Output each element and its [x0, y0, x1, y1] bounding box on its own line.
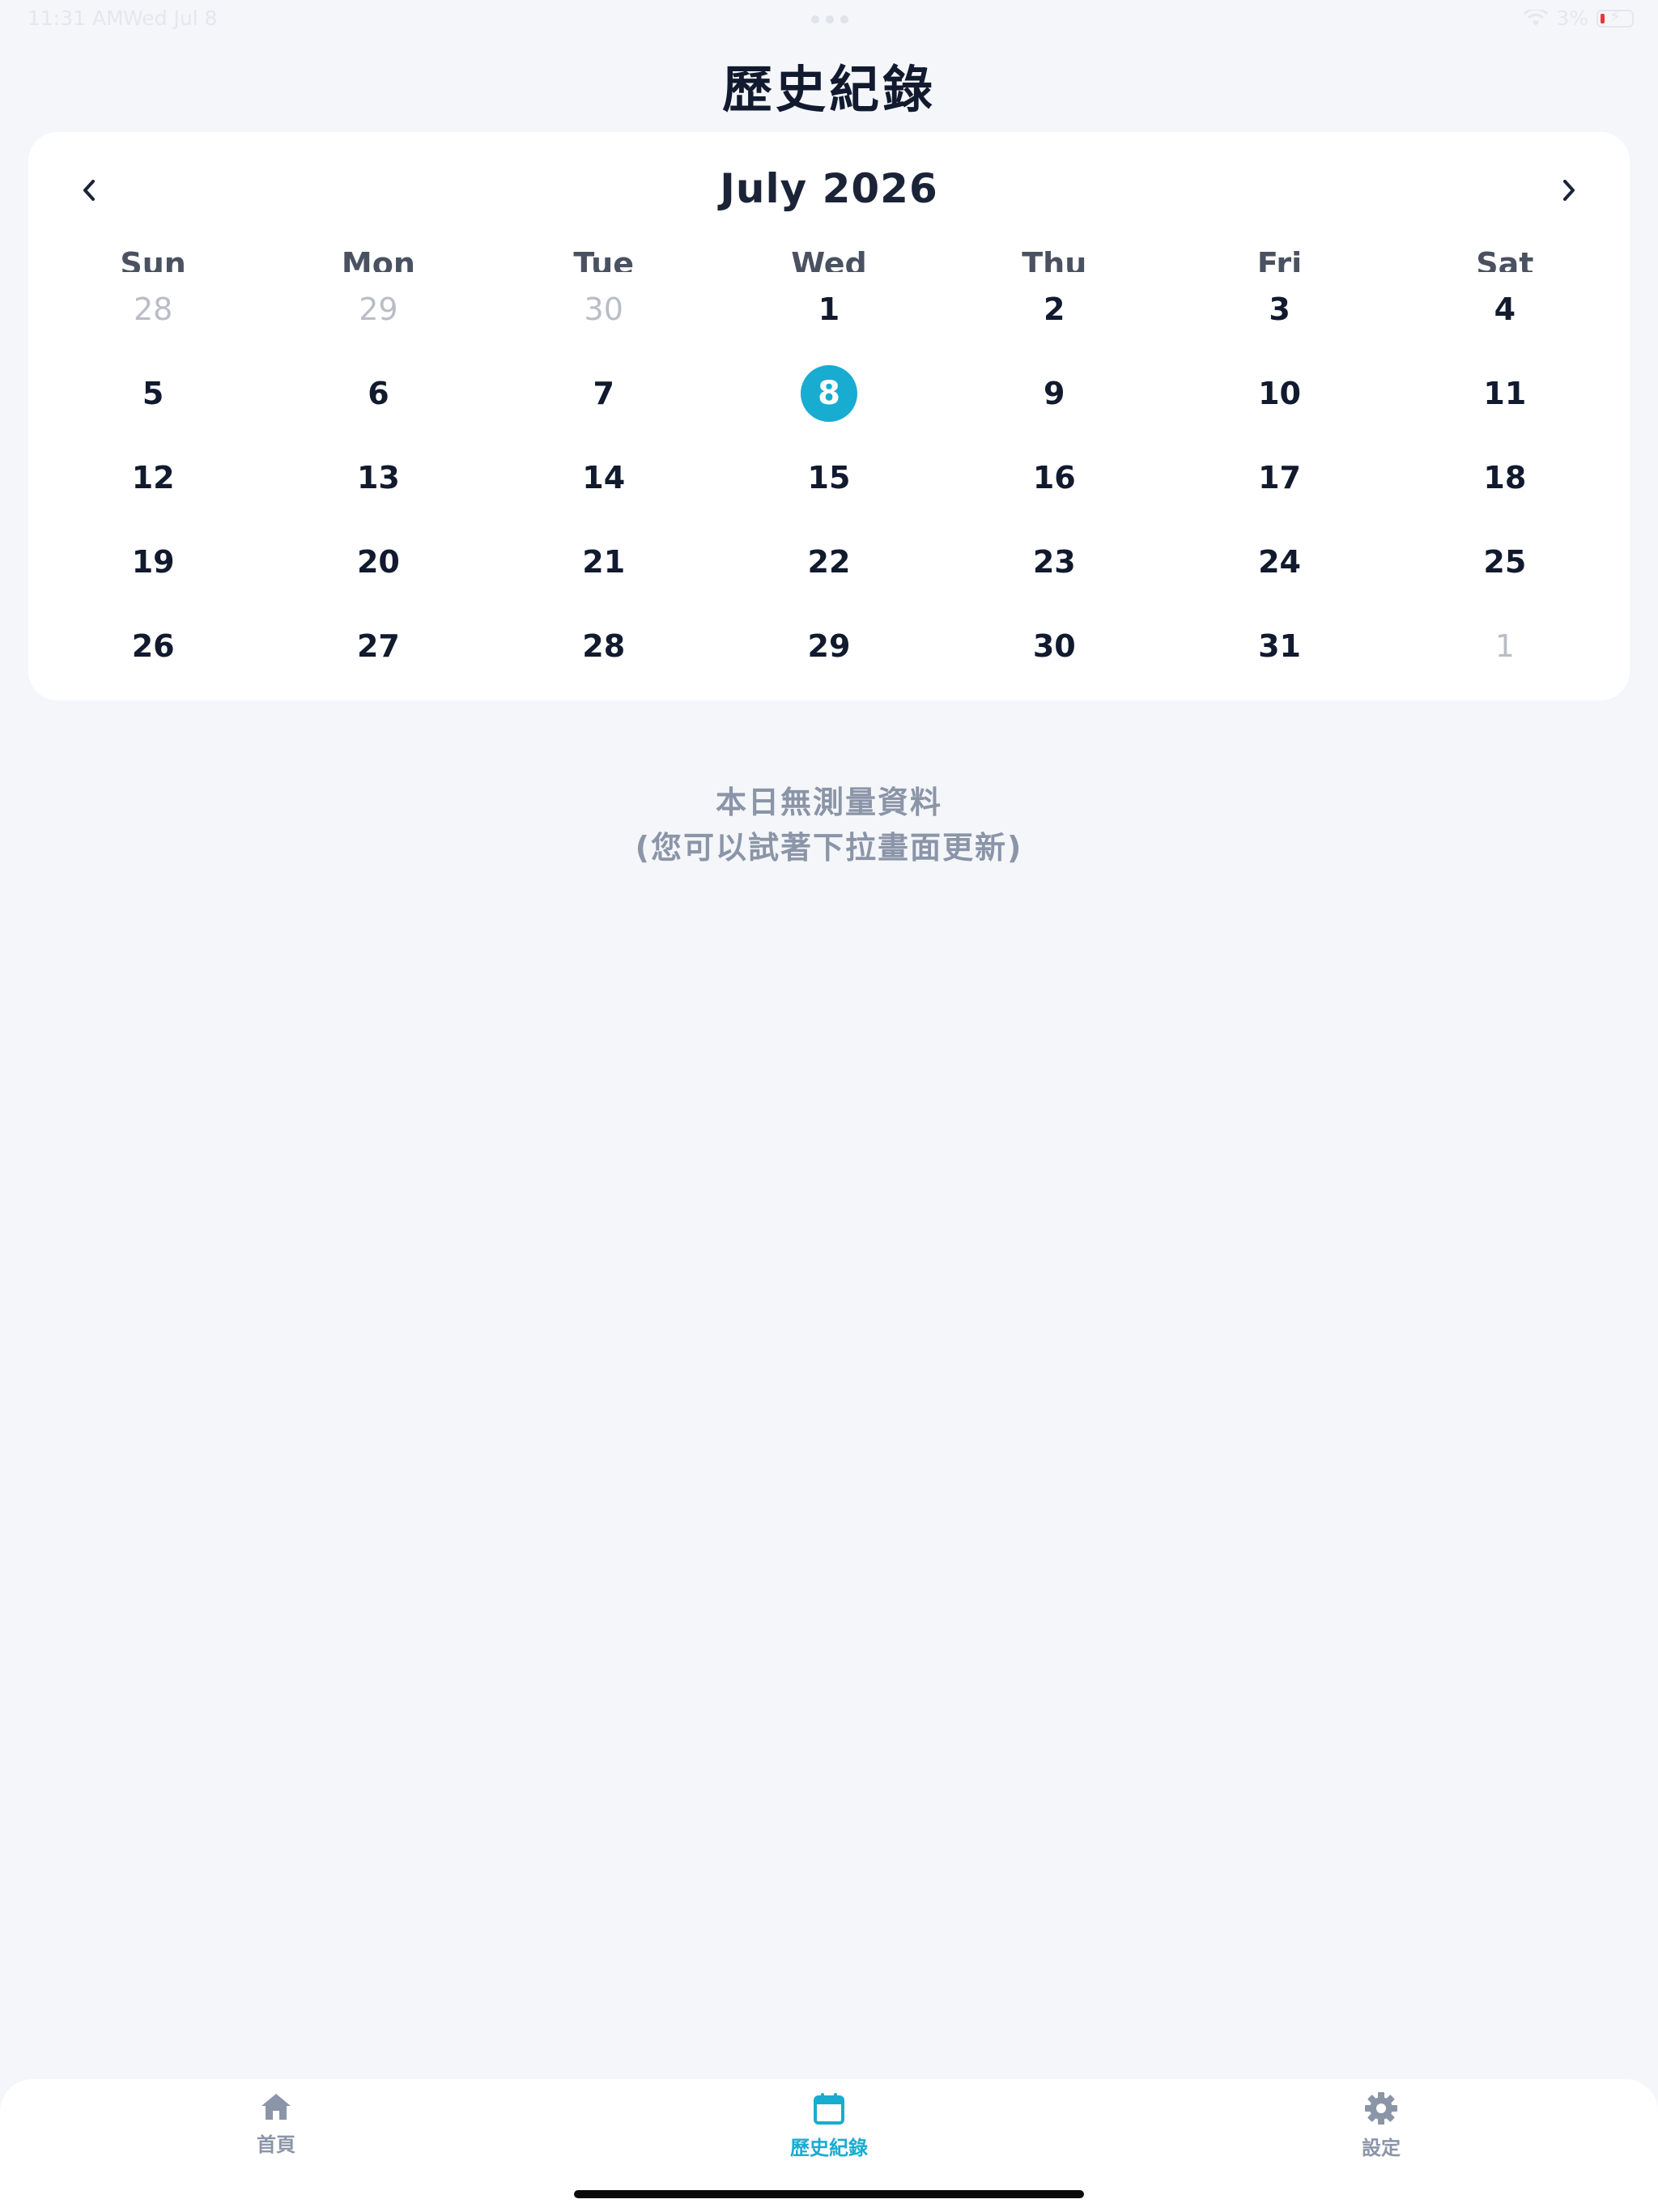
calendar-day-label: 15: [807, 460, 851, 496]
calendar-day[interactable]: 11: [1392, 351, 1618, 436]
calendar-day-label: 2: [1044, 291, 1065, 327]
month-label: July 2026: [720, 165, 938, 212]
calendar-day[interactable]: 5: [40, 351, 266, 436]
calendar-day[interactable]: 1: [716, 267, 942, 351]
calendar-day-label: 25: [1483, 544, 1527, 580]
status-time: 11:31 AM: [28, 6, 124, 30]
calendar-day[interactable]: 2: [942, 267, 1167, 351]
calendar-day-label: 20: [356, 544, 400, 580]
empty-state-line-1: 本日無測量資料: [715, 785, 942, 820]
calendar-day-label: 7: [593, 376, 614, 411]
calendar-day-label: 4: [1494, 291, 1516, 327]
next-month-button[interactable]: [1545, 166, 1593, 215]
calendar-day-label: 17: [1258, 460, 1301, 496]
calendar-day[interactable]: 22: [716, 520, 942, 604]
home-icon: [261, 2094, 291, 2120]
multitasking-dots-icon[interactable]: [811, 15, 848, 23]
calendar-day[interactable]: 16: [942, 436, 1167, 520]
calendar-day[interactable]: 13: [266, 436, 491, 520]
calendar-day-label: 26: [131, 628, 175, 664]
calendar-day[interactable]: 12: [40, 436, 266, 520]
calendar-day-label: 12: [131, 460, 175, 496]
tab-settings-label: 設定: [1362, 2137, 1401, 2159]
calendar-day[interactable]: 18: [1392, 436, 1618, 520]
calendar-day[interactable]: 27: [266, 604, 491, 688]
calendar-day-label: 29: [359, 291, 398, 327]
calendar-day-label: 29: [807, 628, 851, 664]
calendar-day[interactable]: 19: [40, 520, 266, 604]
calendar-day[interactable]: 31: [1167, 604, 1392, 688]
calendar-day[interactable]: 1: [1392, 604, 1618, 688]
calendar-day[interactable]: 28: [40, 267, 266, 351]
calendar-day[interactable]: 29: [266, 267, 491, 351]
calendar-day[interactable]: 25: [1392, 520, 1618, 604]
calendar-day[interactable]: 30: [942, 604, 1167, 688]
calendar-day-label: 22: [807, 544, 851, 580]
calendar-day-label: 23: [1032, 544, 1076, 580]
calendar-day-label: 1: [1494, 628, 1515, 664]
calendar-day-label: 31: [1258, 628, 1301, 664]
empty-state-message: 本日無測量資料 (您可以試著下拉畫面更新): [0, 780, 1658, 870]
calendar-day[interactable]: 23: [942, 520, 1167, 604]
tab-history[interactable]: 歷史紀錄: [748, 2091, 910, 2160]
calendar-day-label: 13: [356, 460, 400, 496]
tab-history-label: 歷史紀錄: [790, 2137, 868, 2159]
home-indicator[interactable]: [574, 2190, 1084, 2198]
calendar-day[interactable]: 24: [1167, 520, 1392, 604]
calendar-day[interactable]: 30: [491, 267, 716, 351]
calendar-day-label: 3: [1269, 291, 1290, 327]
calendar-day[interactable]: 29: [716, 604, 942, 688]
calendar-day-selected[interactable]: 8: [716, 351, 942, 436]
gear-icon: [1365, 2092, 1397, 2125]
calendar-day[interactable]: 7: [491, 351, 716, 436]
calendar-day-label: 9: [1044, 376, 1065, 411]
calendar-day-label: 30: [584, 291, 623, 327]
calendar-day[interactable]: 17: [1167, 436, 1392, 520]
calendar-day-label: 1: [818, 291, 840, 327]
calendar-day-label: 16: [1032, 460, 1076, 496]
empty-state-line-2: (您可以試著下拉畫面更新): [635, 830, 1023, 866]
calendar-day-label: 11: [1483, 376, 1527, 411]
calendar-day[interactable]: 9: [942, 351, 1167, 436]
calendar-day-label: 28: [582, 628, 626, 664]
calendar-day[interactable]: 26: [40, 604, 266, 688]
calendar-day-label: 8: [800, 365, 857, 422]
calendar-day-label: 14: [582, 460, 626, 496]
calendar-day-label: 24: [1258, 544, 1301, 580]
calendar-day-label: 21: [582, 544, 626, 580]
calendar-day-label: 30: [1032, 628, 1076, 664]
chevron-right-icon: [1563, 180, 1575, 201]
battery-percent: 3%: [1556, 6, 1588, 30]
battery-icon: [1596, 6, 1634, 28]
history-page: 11:31 AM Wed Jul 8 3% 歷史紀錄 July 2026: [0, 0, 1658, 2212]
status-bar: 11:31 AM Wed Jul 8 3%: [0, 0, 1658, 37]
calendar-day-label: 6: [368, 376, 389, 411]
tab-home-label: 首頁: [257, 2133, 295, 2156]
calendar-day[interactable]: 20: [266, 520, 491, 604]
calendar-day-label: 27: [356, 628, 400, 664]
calendar-day-grid: 28 29 30 1 2 3 4 5 6 7 8 9 10 11 12 13 14 15 16 17 18 19 20 21 2…: [40, 267, 1618, 688]
calendar-day-label: 10: [1258, 376, 1301, 411]
calendar-day-label: 18: [1483, 460, 1527, 496]
calendar-day[interactable]: 21: [491, 520, 716, 604]
tab-home[interactable]: 首頁: [195, 2091, 357, 2157]
page-title: 歷史紀錄: [721, 60, 936, 119]
calendar-day-label: 28: [133, 291, 173, 327]
calendar-day-label: 19: [131, 544, 175, 580]
calendar-day[interactable]: 6: [266, 351, 491, 436]
calendar-day[interactable]: 10: [1167, 351, 1392, 436]
calendar-day[interactable]: 28: [491, 604, 716, 688]
wifi-icon: [1524, 9, 1549, 28]
calendar-day[interactable]: 15: [716, 436, 942, 520]
calendar-day-label: 5: [142, 376, 164, 411]
calendar-icon: [814, 2093, 844, 2125]
status-date: Wed Jul 8: [123, 6, 218, 30]
tab-settings[interactable]: 設定: [1300, 2091, 1462, 2160]
calendar-day[interactable]: 4: [1392, 267, 1618, 351]
status-indicators: 3%: [1524, 6, 1634, 30]
calendar-day[interactable]: 3: [1167, 267, 1392, 351]
calendar-day[interactable]: 14: [491, 436, 716, 520]
